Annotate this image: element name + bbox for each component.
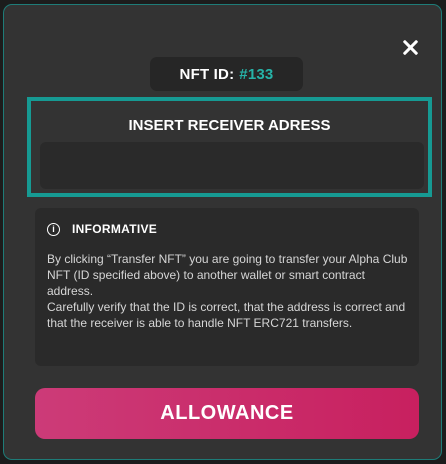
informative-header: i INFORMATIVE [47,222,157,236]
info-icon: i [47,222,60,236]
informative-title: INFORMATIVE [72,222,158,236]
nft-id-badge: NFT ID: #133 [150,57,303,91]
allowance-button[interactable]: ALLOWANCE [35,388,419,439]
close-icon[interactable] [398,35,424,61]
nft-id-value: #133 [239,65,274,83]
informative-paragraph: By clicking “Transfer NFT” you are going… [47,252,408,298]
informative-text: By clicking “Transfer NFT” you are going… [47,251,409,331]
nft-id-label: NFT ID: [179,65,235,83]
informative-panel: i INFORMATIVE By clicking “Transfer NFT”… [35,208,419,366]
informative-paragraph: Carefully verify that the ID is correct,… [47,300,406,330]
receiver-address-section: INSERT RECEIVER ADRESS [27,97,432,197]
receiver-address-input[interactable] [40,142,424,189]
receiver-address-label: INSERT RECEIVER ADRESS [128,117,331,134]
transfer-nft-modal: NFT ID: #133 INSERT RECEIVER ADRESS i IN… [3,4,442,460]
